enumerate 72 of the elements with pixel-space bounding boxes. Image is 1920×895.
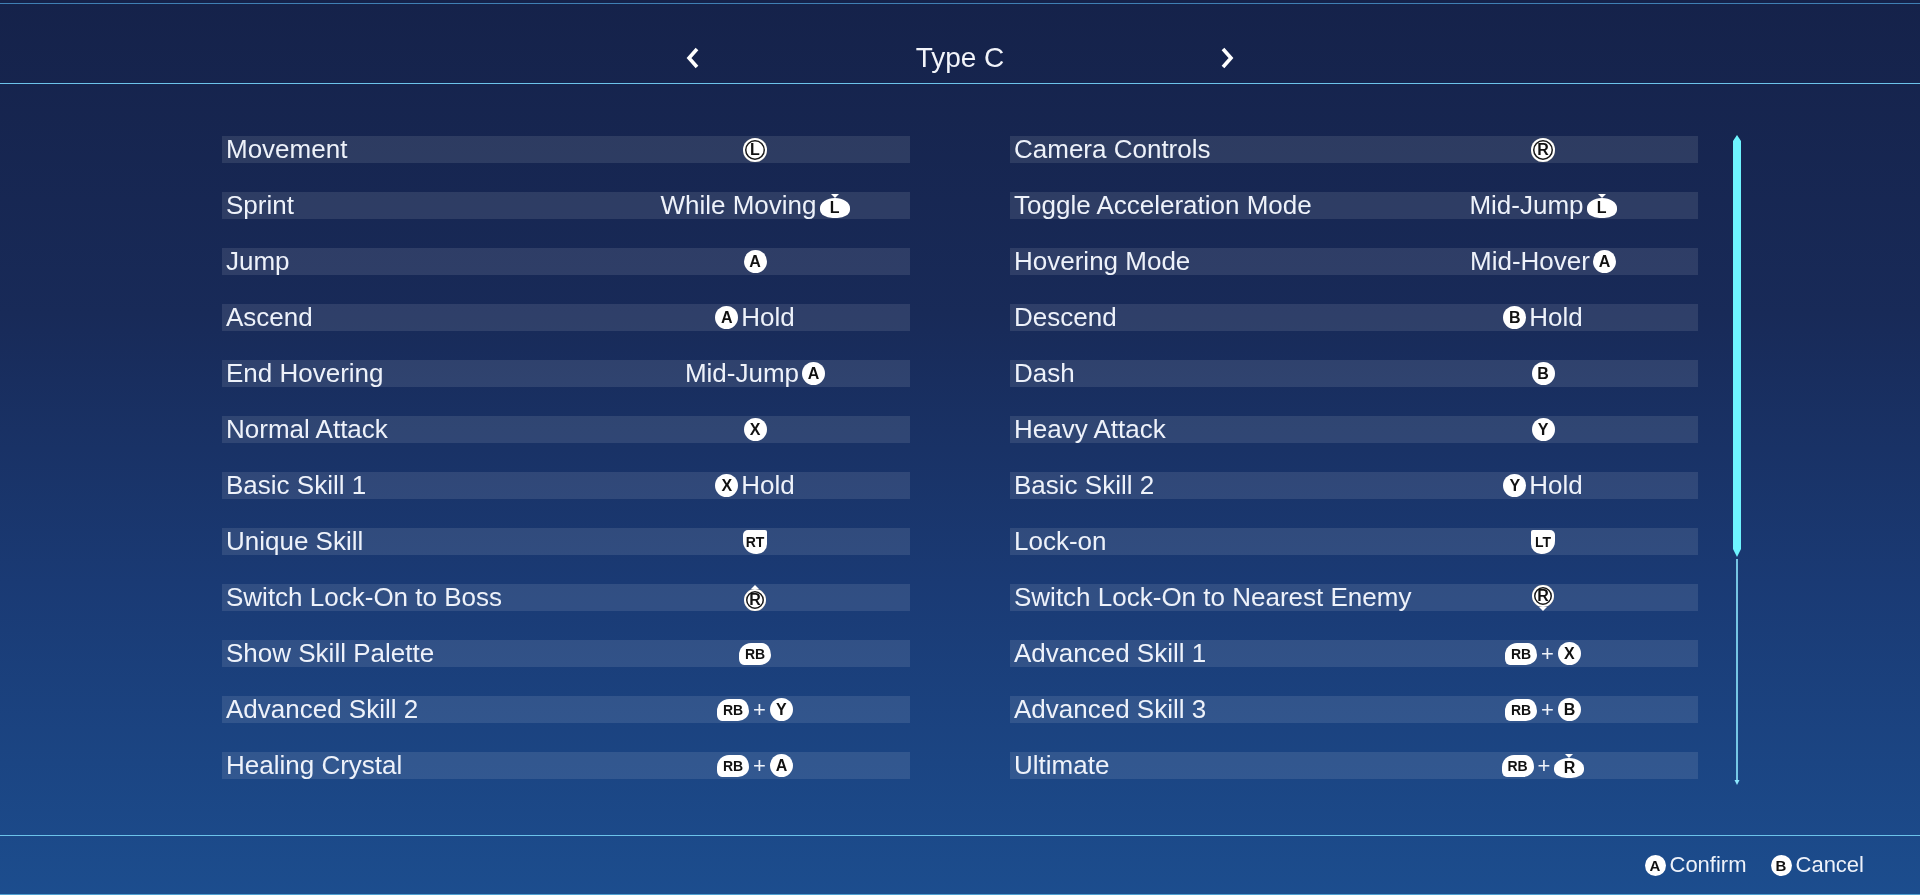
action-label: Normal Attack [225,416,388,443]
binding-text: Mid-Jump [684,360,800,387]
controller-button-glyph: A [715,304,739,331]
binding-text: Mid-Jump [1469,192,1584,219]
stick-press-glyph: L [1586,192,1617,219]
controller-button-glyph: Y [1503,472,1527,499]
action-label: Sprint [225,192,294,219]
action-label: Switch Lock-On to Boss [225,584,502,611]
action-label: Heavy Attack [1013,416,1166,443]
action-label: Hovering Mode [1013,248,1191,275]
controller-button-glyph: A [1592,248,1616,275]
controller-button-glyph: Y [769,696,793,723]
action-label: Advanced Skill 2 [225,696,419,723]
action-label: Jump [225,248,290,275]
plus-sign: + [753,697,766,722]
bumper-glyph: RB [1501,752,1534,779]
plus-sign: + [1541,641,1554,666]
action-label: Camera Controls [1013,136,1211,163]
chevron-right-icon[interactable] [1220,46,1234,69]
stick-press-glyph: L [819,192,850,219]
bumper-glyph: RB [717,752,750,779]
binding-text: Hold [1529,472,1583,499]
binding-text: Hold [741,472,795,499]
action-label: Advanced Skill 3 [1013,696,1207,723]
action-label: Basic Skill 2 [1013,472,1155,499]
action-label: Basic Skill 1 [225,472,367,499]
analog-stick-glyph: R [1532,584,1554,611]
analog-stick-glyph: R [1531,136,1555,163]
action-label: Show Skill Palette [225,640,435,667]
binding-text: Hold [1529,304,1583,331]
action-label: End Hovering [225,360,384,387]
action-label: Dash [1013,360,1075,387]
controller-button-glyph: X [743,416,767,443]
bumper-glyph: RB [717,696,750,723]
plus-sign: + [1541,697,1554,722]
controller-button-glyph: B [1503,304,1527,331]
action-label: Unique Skill [225,528,364,555]
analog-stick-glyph: L [743,136,767,163]
trigger-glyph: RT [743,528,767,555]
action-label: Descend [1013,304,1117,331]
binding-text: Hold [741,304,795,331]
controller-button-glyph: A [802,360,826,387]
analog-stick-glyph: R [744,584,766,611]
controller-button-glyph: Y [1531,416,1555,443]
bumper-glyph: RB [739,640,771,667]
controller-button-glyph: A [743,248,767,275]
bumper-glyph: RB [1505,696,1538,723]
action-label: Ultimate [1013,752,1110,779]
action-label: Ascend [225,304,313,331]
bumper-glyph: RB [1505,640,1538,667]
binding-text: Mid-Hover [1470,248,1590,275]
action-label: Switch Lock-On to Nearest Enemy [1013,584,1412,611]
controller-button-glyph: A [769,752,793,779]
controller-button-glyph: B [1557,696,1581,723]
action-label: Lock-on [1013,528,1107,555]
stick-press-glyph: R [1554,752,1585,779]
controller-button-glyph: X [715,472,739,499]
controller-button-glyph: X [1557,640,1581,667]
chevron-left-icon[interactable] [686,46,700,69]
preset-title: Type C [915,40,1005,75]
plus-sign: + [753,753,766,778]
action-label: Movement [225,136,348,163]
prompt-button[interactable]: A Confirm [1644,851,1747,879]
action-label: Advanced Skill 1 [1013,640,1207,667]
prompt-button[interactable]: B Cancel [1770,851,1864,879]
action-label: Healing Crystal [225,752,403,779]
action-label: Toggle Acceleration Mode [1013,192,1312,219]
plus-sign: + [1537,753,1551,778]
controller-button-glyph: B [1531,360,1555,387]
trigger-glyph: LT [1531,528,1555,555]
scrollbar-thumb[interactable] [1733,135,1741,557]
binding-text: While Moving [660,192,817,219]
